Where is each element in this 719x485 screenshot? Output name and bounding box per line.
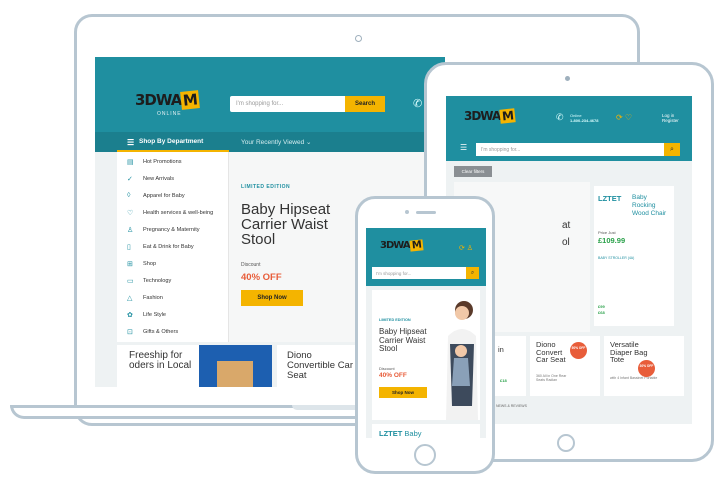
search-input[interactable]: I'm shopping for... [372, 267, 466, 279]
hero-title: Baby Hipseat Carrier Waist Stool [379, 327, 427, 353]
menu-item-pregnancy[interactable]: ♙ Pregnancy & Maternity [117, 222, 229, 239]
compare-wishlist-icon[interactable]: ⟳ ♡ [616, 113, 632, 122]
phone-hero: LIMITED EDITION Baby Hipseat Carrier Wai… [372, 290, 480, 420]
product-card[interactable]: LZTET Baby Rocking Wood Chair Price Just… [594, 186, 674, 326]
tablet-camera [565, 76, 570, 81]
phone-home-button [414, 444, 436, 466]
tablet-header: 3DWAM ✆ Online 1-800-234-4678 ⟳ ♡ Log in R… [446, 96, 692, 161]
phone-camera [405, 210, 409, 214]
phone-speaker [416, 211, 436, 214]
product-name: Baby Rocking Wood Chair [632, 194, 667, 217]
contact-info: Online 1-800-234-4678 [570, 113, 599, 123]
phone-icon: ✆ [413, 98, 423, 110]
gift-icon: ⊡ [127, 329, 133, 336]
menu-item-eat-drink[interactable]: ▯ Eat & Drink for Baby [117, 239, 229, 256]
login-link[interactable]: Log in Register [662, 113, 679, 123]
tag-icon: ▤ [127, 159, 134, 166]
hero-edition: LIMITED EDITION [379, 318, 411, 322]
site-logo[interactable]: 3DWAM [380, 239, 424, 252]
dept-label: Shop By Department [139, 138, 204, 145]
menu-item-health[interactable]: ♡ Health services & well-being [117, 205, 229, 222]
hero-discount: 40% OFF [379, 372, 407, 379]
mother-icon: ♙ [127, 227, 134, 234]
discount-badge: 30% OFF [638, 360, 655, 377]
search-input[interactable]: I'm shopping for... [476, 143, 664, 156]
product-title: in [498, 345, 504, 354]
product-small-price: £99 [598, 304, 605, 309]
promo-card-text: Diono Convertible Car Seat [287, 350, 353, 381]
leaf-icon: ✿ [127, 312, 133, 319]
shop-by-department-button[interactable]: ☰ Shop By Department [117, 132, 229, 152]
laptop-camera [355, 35, 362, 42]
product-card[interactable]: Versatile Diaper Bag Tote with 4 Infant … [604, 336, 684, 396]
promo-card-text: Freeship for oders in Local [129, 350, 192, 371]
menu-item-fashion[interactable]: △ Fashion [117, 290, 229, 307]
promo-card-freeship[interactable]: Freeship for oders in Local [117, 345, 272, 387]
product-subtitle: 360 All in One Rear Seats Radian [536, 374, 567, 382]
site-logo[interactable]: 3DWAM [464, 108, 516, 124]
filter-chip[interactable]: Clear filters [454, 166, 492, 177]
product-price: £109.99 [598, 236, 626, 245]
hero-edition: LIMITED EDITION [241, 184, 291, 190]
search-icon[interactable]: ⌕ [664, 143, 680, 156]
menu-icon: ☰ [127, 138, 135, 147]
heart-icon: ♡ [127, 210, 134, 217]
shop-now-button[interactable]: Shop Now [241, 290, 303, 306]
product-small-price: £68 [598, 310, 605, 315]
department-menu: ▤ Hot Promotions ✓ New Arrivals ◊ Apparel f… [117, 152, 229, 342]
menu-item-new-arrivals[interactable]: ✓ New Arrivals [117, 171, 229, 188]
menu-icon[interactable]: ☰ [460, 143, 467, 152]
cart-icon: ⊞ [127, 261, 133, 268]
search-button[interactable]: Search [345, 96, 385, 112]
product-title: Versatile Diaper Bag Tote [610, 340, 648, 364]
logo-subtitle: ONLINE [157, 111, 182, 117]
search-input[interactable]: I'm shopping for... [230, 96, 345, 112]
price-label: Price Just [598, 230, 616, 235]
menu-item-apparel[interactable]: ◊ Apparel for Baby [117, 188, 229, 205]
shop-now-button[interactable]: Shop Now [379, 387, 427, 398]
menu-item-life-style[interactable]: ✿ Life Style [117, 307, 229, 324]
product-subtitle: with 4 Infant Bassinet Portable [610, 376, 658, 380]
menu-item-hot-promotions[interactable]: ▤ Hot Promotions [117, 154, 229, 171]
site-header: 3DWAM ONLINE I'm shopping for... Search … [95, 57, 445, 132]
compare-user-icon[interactable]: ⟳ ♙ [459, 244, 473, 252]
hero-discount-label: Discount [379, 366, 395, 371]
hero-title-fragment: ol [562, 237, 570, 248]
star-icon: ✓ [127, 176, 133, 183]
product-small-price: £18 [500, 378, 507, 383]
hero-title-fragment: at [562, 220, 571, 231]
mother-with-baby-image [446, 301, 478, 420]
search-icon[interactable]: ⌕ [466, 267, 479, 279]
monitor-icon: ▭ [127, 278, 134, 285]
hero-title: Baby Hipseat Carrier Waist Stool [241, 201, 331, 248]
discount-badge: 50% OFF [570, 342, 587, 359]
tablet-home-button [557, 434, 575, 452]
phone-screen: 3DWAM ⟳ ♙ I'm shopping for... ⌕ LIMITED … [366, 228, 486, 438]
shirt-icon: ◊ [127, 192, 131, 199]
phone-header: 3DWAM ⟳ ♙ I'm shopping for... ⌕ [366, 228, 486, 286]
section-heading: NEWS & REVIEWS [496, 404, 527, 408]
menu-item-gifts[interactable]: ⊡ Gifts & Others [117, 324, 229, 341]
hero-discount: 40% OFF [241, 272, 282, 283]
product-title: LZTET Baby [379, 429, 422, 438]
recently-viewed-dropdown[interactable]: Your Recently Viewed ⌄ [241, 138, 312, 146]
product-sub-brand: BABY STROLLER (4A) [598, 256, 635, 260]
hero-discount-label: Discount [241, 262, 261, 268]
phone-icon: ✆ [556, 112, 564, 122]
bottle-icon: ▯ [127, 244, 131, 251]
site-logo[interactable]: 3DWAM [135, 90, 201, 110]
product-card[interactable]: Diono Convert Car Seat 360 All in One Re… [530, 336, 600, 396]
hanger-icon: △ [127, 295, 133, 302]
product-card[interactable]: LZTET Baby [372, 424, 480, 438]
menu-item-technology[interactable]: ▭ Technology [117, 273, 229, 290]
menu-item-shop[interactable]: ⊞ Shop [117, 256, 229, 273]
box-image [217, 361, 253, 387]
